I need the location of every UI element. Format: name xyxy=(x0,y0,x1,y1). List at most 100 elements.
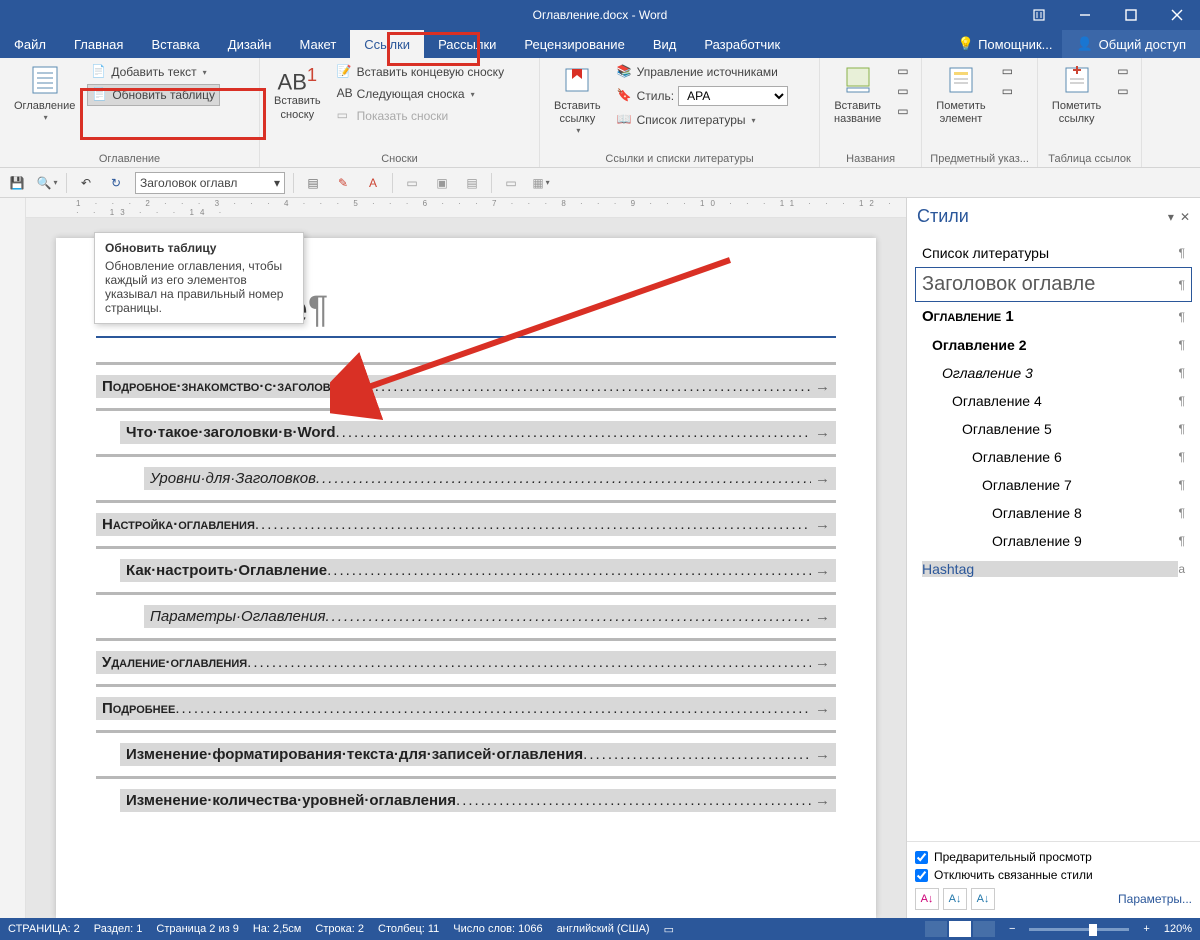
styles-list[interactable]: Список литературы¶Заголовок оглавле¶Огла… xyxy=(907,235,1200,841)
view-print[interactable] xyxy=(949,921,971,937)
tab-developer[interactable]: Разработчик xyxy=(690,30,794,58)
index-opt1[interactable]: ▭ xyxy=(998,62,1018,80)
add-text-button[interactable]: 📄Добавить текст xyxy=(87,62,220,82)
manage-sources-button[interactable]: 📚Управление источниками xyxy=(613,62,792,82)
qat-b7[interactable]: ▭ xyxy=(500,172,522,194)
mark-citation-button[interactable]: Пометить ссылку xyxy=(1046,62,1107,128)
toc-entry[interactable]: Подробное·знакомство·с·заголовками .....… xyxy=(96,375,836,398)
zoom-slider[interactable] xyxy=(1029,928,1129,931)
status-pageof[interactable]: Страница 2 из 9 xyxy=(156,923,238,935)
undo-button[interactable]: ↶ xyxy=(75,172,97,194)
toc-entry[interactable]: Уровни·для·Заголовков ..................… xyxy=(144,467,836,490)
toc-entry[interactable]: Параметры·Оглавления ...................… xyxy=(144,605,836,628)
insert-caption-button[interactable]: Вставить название xyxy=(828,62,887,128)
update-table-button[interactable]: 📄Обновить таблицу xyxy=(87,84,220,106)
toc-entry[interactable]: Что·такое·заголовки·в·Word .............… xyxy=(120,421,836,444)
style-item[interactable]: Список литературы¶ xyxy=(915,239,1192,267)
disable-linked-checkbox[interactable]: Отключить связанные стили xyxy=(915,868,1192,882)
tab-layout[interactable]: Макет xyxy=(285,30,350,58)
status-lang[interactable]: английский (США) xyxy=(557,923,650,935)
style-item[interactable]: Hashtaga xyxy=(915,555,1192,583)
toc-entry[interactable]: Изменение·форматирования·текста·для·запи… xyxy=(120,743,836,766)
insert-endnote-button[interactable]: 📝Вставить концевую сноску xyxy=(333,62,508,82)
style-item[interactable]: Оглавление 5¶ xyxy=(915,415,1192,443)
save-button[interactable]: 💾 xyxy=(6,172,28,194)
tab-home[interactable]: Главная xyxy=(60,30,137,58)
styles-pane-close[interactable]: ✕ xyxy=(1180,210,1190,224)
style-item[interactable]: Оглавление 9¶ xyxy=(915,527,1192,555)
status-pos[interactable]: На: 2,5см xyxy=(253,923,302,935)
qat-b1[interactable]: ▤ xyxy=(302,172,324,194)
style-item[interactable]: Оглавление 4¶ xyxy=(915,387,1192,415)
toa-opt1[interactable]: ▭ xyxy=(1113,62,1133,80)
share-button[interactable]: 👤Общий доступ xyxy=(1062,30,1200,58)
styles-options-link[interactable]: Параметры... xyxy=(1118,892,1192,906)
redo-button[interactable]: ↻ xyxy=(105,172,127,194)
style-item[interactable]: Оглавление 7¶ xyxy=(915,471,1192,499)
caption-opt1[interactable]: ▭ xyxy=(893,62,913,80)
next-footnote-button[interactable]: ABСледующая сноска xyxy=(333,84,508,104)
caption-opt3[interactable]: ▭ xyxy=(893,102,913,120)
toc-entry[interactable]: Как·настроить·Оглавление ...............… xyxy=(120,559,836,582)
style-item[interactable]: Оглавление 6¶ xyxy=(915,443,1192,471)
caption-opt2[interactable]: ▭ xyxy=(893,82,913,100)
zoom-in[interactable]: + xyxy=(1143,923,1149,935)
style-inspector-button[interactable]: A↓ xyxy=(943,888,967,910)
insert-citation-button[interactable]: Вставить ссылку xyxy=(548,62,607,137)
style-item[interactable]: Оглавление 3¶ xyxy=(915,359,1192,387)
ribbon: Оглавление 📄Добавить текст 📄Обновить таб… xyxy=(0,58,1200,168)
qat-b3[interactable]: A xyxy=(362,172,384,194)
tab-file[interactable]: Файл xyxy=(0,30,60,58)
minimize-button[interactable] xyxy=(1062,0,1108,30)
toa-opt2[interactable]: ▭ xyxy=(1113,82,1133,100)
status-words[interactable]: Число слов: 1066 xyxy=(453,923,542,935)
new-style-button[interactable]: A↓ xyxy=(915,888,939,910)
status-line[interactable]: Строка: 2 xyxy=(315,923,364,935)
show-footnotes-button[interactable]: ▭Показать сноски xyxy=(333,106,508,126)
tab-insert[interactable]: Вставка xyxy=(137,30,213,58)
zoom-level[interactable]: 120% xyxy=(1164,923,1192,935)
status-page[interactable]: СТРАНИЦА: 2 xyxy=(8,923,80,935)
tab-review[interactable]: Рецензирование xyxy=(510,30,638,58)
citation-style-select[interactable]: APA xyxy=(678,86,788,106)
mark-entry-button[interactable]: Пометить элемент xyxy=(930,62,991,128)
toc-entry[interactable]: Удаление·оглавления ....................… xyxy=(96,651,836,674)
view-read[interactable] xyxy=(925,921,947,937)
close-button[interactable] xyxy=(1154,0,1200,30)
bibliography-button[interactable]: 📖Список литературы xyxy=(613,110,792,130)
tell-me[interactable]: 💡Помощник... xyxy=(948,30,1063,58)
styles-pane-options[interactable]: ▾ xyxy=(1168,210,1174,224)
toc-entry[interactable]: Подробнее ..............................… xyxy=(96,697,836,720)
style-item[interactable]: Оглавление 2¶ xyxy=(915,331,1192,359)
citation-style[interactable]: 🔖Стиль: APA xyxy=(613,84,792,108)
status-track[interactable]: ▭ xyxy=(664,923,674,936)
manage-styles-button[interactable]: A↓ xyxy=(971,888,995,910)
qat-b6[interactable]: ▤ xyxy=(461,172,483,194)
index-opt2[interactable]: ▭ xyxy=(998,82,1018,100)
tab-references[interactable]: Ссылки xyxy=(350,30,424,58)
view-web[interactable] xyxy=(973,921,995,937)
status-col[interactable]: Столбец: 11 xyxy=(378,923,439,935)
qat-b8[interactable]: ▦ xyxy=(530,172,552,194)
qat-b4[interactable]: ▭ xyxy=(401,172,423,194)
toc-entry[interactable]: Изменение·количества·уровней·оглавления … xyxy=(120,789,836,812)
tab-design[interactable]: Дизайн xyxy=(214,30,286,58)
style-combo[interactable]: Заголовок оглавл▾ xyxy=(135,172,285,194)
insert-footnote-button[interactable]: AB1 Вставить сноску xyxy=(268,62,327,124)
ribbon-options-icon[interactable] xyxy=(1016,0,1062,30)
style-item[interactable]: Оглавление 1¶ xyxy=(915,302,1192,331)
zoom-out[interactable]: − xyxy=(1009,923,1015,935)
tab-view[interactable]: Вид xyxy=(639,30,691,58)
qat-b2[interactable]: ✎ xyxy=(332,172,354,194)
maximize-button[interactable] xyxy=(1108,0,1154,30)
page[interactable]: ¶ Оглавление¶ Подробное·знакомство·с·заг… xyxy=(56,238,876,918)
qat-b5[interactable]: ▣ xyxy=(431,172,453,194)
toc-button[interactable]: Оглавление xyxy=(8,62,81,124)
tab-mailings[interactable]: Рассылки xyxy=(424,30,510,58)
style-item[interactable]: Заголовок оглавле¶ xyxy=(915,267,1192,302)
status-section[interactable]: Раздел: 1 xyxy=(94,923,143,935)
style-item[interactable]: Оглавление 8¶ xyxy=(915,499,1192,527)
preview-checkbox[interactable]: Предварительный просмотр xyxy=(915,850,1192,864)
qat-print[interactable]: 🔍 xyxy=(36,172,58,194)
toc-entry[interactable]: Настройка·оглавления ...................… xyxy=(96,513,836,536)
